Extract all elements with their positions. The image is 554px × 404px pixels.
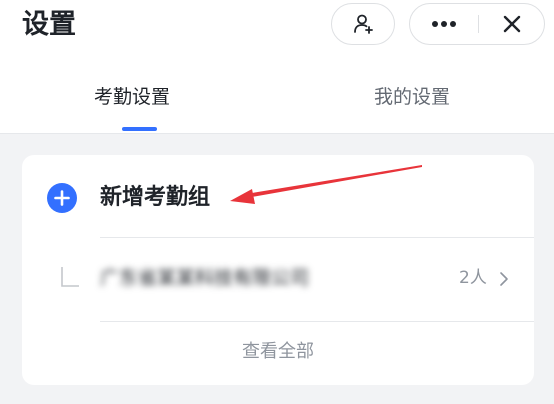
divider: [100, 321, 534, 322]
more-icon: [432, 21, 456, 27]
member-count: 2人: [459, 268, 487, 288]
attendance-group-card: 新增考勤组 广东省某某科技有限公司 2人 查看全部: [22, 155, 534, 385]
add-member-icon: [354, 14, 373, 34]
add-attendance-group-row[interactable]: 新增考勤组: [22, 155, 534, 237]
company-item[interactable]: 广东省某某科技有限公司 2人: [22, 238, 534, 321]
tab-attendance-settings[interactable]: 考勤设置: [94, 84, 170, 110]
window-capsule: [409, 3, 545, 45]
tab-my-settings[interactable]: 我的设置: [374, 84, 450, 110]
close-icon: [503, 15, 521, 33]
more-button[interactable]: [410, 4, 478, 44]
company-name: 广东省某某科技有限公司: [100, 267, 310, 289]
add-member-button[interactable]: [331, 3, 395, 45]
close-button[interactable]: [479, 4, 545, 44]
view-all-button[interactable]: 查看全部: [22, 340, 534, 364]
active-tab-indicator: [122, 127, 157, 131]
annotation-arrow-icon: [230, 165, 422, 204]
page-title: 设置: [22, 9, 76, 40]
header: 设置 考勤设置 我的设置: [0, 0, 554, 134]
add-attendance-group-label: 新增考勤组: [100, 185, 211, 210]
settings-page: 设置 考勤设置 我的设置 新增考勤组 广东省某某科技有限公司 2人 查看全部: [0, 0, 554, 404]
plus-icon: [47, 183, 77, 213]
chevron-right-icon: [500, 272, 508, 286]
tree-corner-icon: [61, 267, 79, 287]
